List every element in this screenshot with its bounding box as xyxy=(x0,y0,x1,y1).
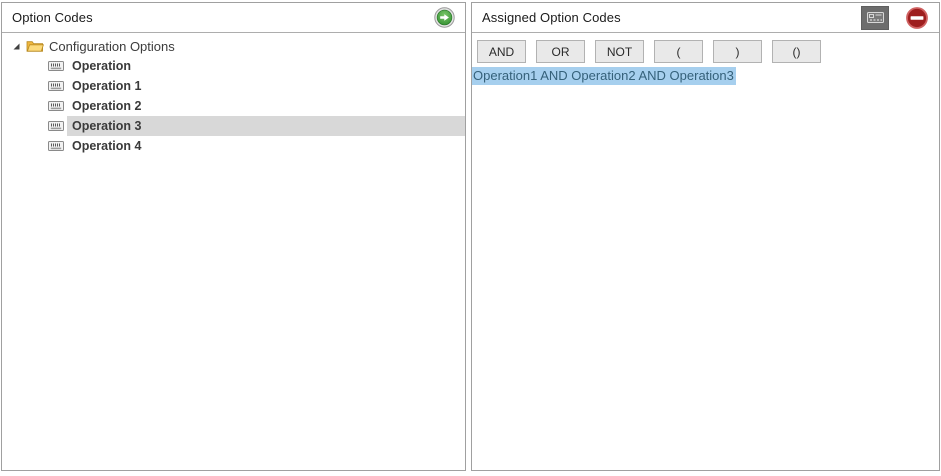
option-code-keyboard-icon xyxy=(48,100,64,112)
assigned-option-codes-header: Assigned Option Codes xyxy=(472,3,939,33)
tree-item-operation-2[interactable]: Operation 2 xyxy=(2,96,465,116)
or-button[interactable]: OR xyxy=(536,40,585,63)
tree-item-operation-3[interactable]: Operation 3 xyxy=(2,116,465,136)
and-button[interactable]: AND xyxy=(477,40,526,63)
assigned-option-codes-panel: Assigned Option Codes xyxy=(471,2,940,471)
tree-item-label: Operation 3 xyxy=(67,116,465,136)
tree-item-label: Operation 2 xyxy=(67,96,465,116)
tree-node-configuration-options[interactable]: Configuration Options xyxy=(2,36,465,56)
option-code-keyboard-icon xyxy=(48,120,64,132)
expander-triangle-icon[interactable] xyxy=(9,41,23,51)
paren-pair-button[interactable]: () xyxy=(772,40,821,63)
edit-expression-button[interactable] xyxy=(861,6,889,30)
tree-item-operation-1[interactable]: Operation 1 xyxy=(2,76,465,96)
operator-button-row: AND OR NOT ( ) () xyxy=(472,33,939,63)
keyboard-icon xyxy=(867,11,884,24)
option-code-keyboard-icon xyxy=(48,60,64,72)
option-code-keyboard-icon xyxy=(48,80,64,92)
tree-item-label: Operation 1 xyxy=(67,76,465,96)
tree-item-operation-4[interactable]: Operation 4 xyxy=(2,136,465,156)
tree-node-label: Configuration Options xyxy=(49,39,175,54)
option-codes-header: Option Codes xyxy=(2,3,465,33)
expression-editor[interactable]: Operation1 AND Operation2 AND Operation3 xyxy=(472,67,939,85)
option-codes-title: Option Codes xyxy=(12,10,434,25)
open-folder-icon xyxy=(26,39,44,53)
tree-item-label: Operation 4 xyxy=(67,136,465,156)
open-paren-button[interactable]: ( xyxy=(654,40,703,63)
tree-item-label: Operation xyxy=(67,56,465,76)
option-codes-workspace: Option Codes xyxy=(0,0,941,476)
option-code-keyboard-icon xyxy=(48,140,64,152)
option-codes-panel: Option Codes xyxy=(1,2,466,471)
not-button[interactable]: NOT xyxy=(595,40,644,63)
tree-item-operation[interactable]: Operation xyxy=(2,56,465,76)
assign-option-code-button[interactable] xyxy=(434,7,455,28)
green-arrow-right-circle-icon xyxy=(434,7,455,28)
option-codes-tree: Configuration Options Operation xyxy=(2,33,465,156)
assigned-expression-text[interactable]: Operation1 AND Operation2 AND Operation3 xyxy=(472,67,736,85)
red-remove-circle-icon xyxy=(906,7,928,29)
assigned-option-codes-title: Assigned Option Codes xyxy=(482,10,861,25)
remove-expression-button[interactable] xyxy=(906,7,928,29)
close-paren-button[interactable]: ) xyxy=(713,40,762,63)
